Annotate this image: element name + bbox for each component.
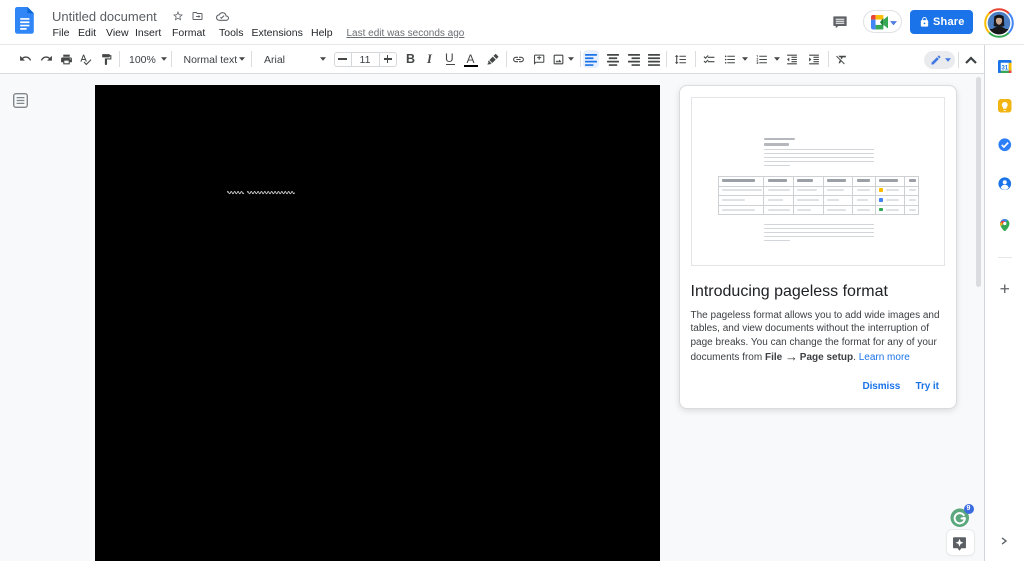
svg-text:31: 31 — [1001, 64, 1008, 71]
